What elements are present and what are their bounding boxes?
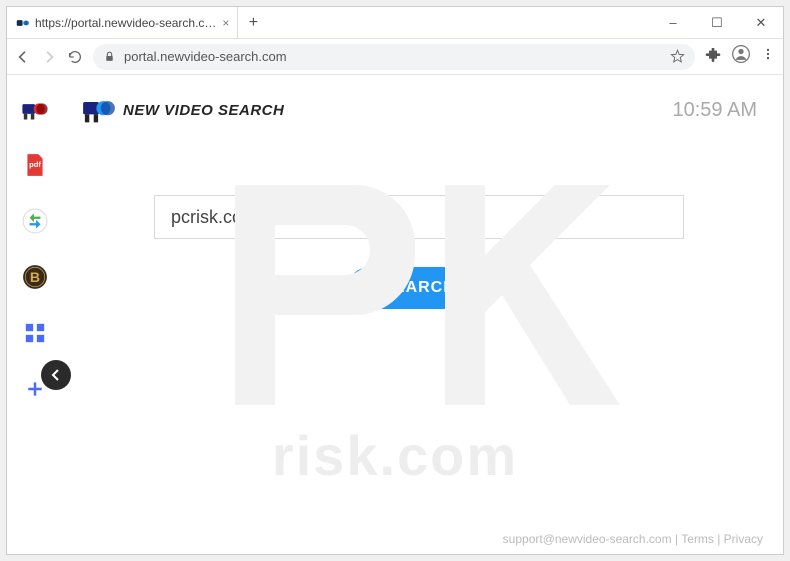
browser-tab[interactable]: https://portal.newvideo-search.c… × <box>7 7 238 38</box>
brand-camera-icon <box>81 95 117 125</box>
footer: support@newvideo-search.com | Terms | Pr… <box>503 532 763 546</box>
page-header: NEW VIDEO SEARCH 10:59 AM <box>81 95 757 125</box>
forward-button[interactable] <box>41 49 57 65</box>
sidebar-collapse-button[interactable] <box>41 360 71 390</box>
main-area: NEW VIDEO SEARCH 10:59 AM SEARCH support… <box>63 75 783 554</box>
browser-toolbar: portal.newvideo-search.com <box>7 39 783 75</box>
apps-icon[interactable] <box>21 319 49 347</box>
clock: 10:59 AM <box>672 99 757 122</box>
menu-icon[interactable] <box>761 47 775 66</box>
sidebar: pdf B <box>7 75 63 554</box>
new-tab-button[interactable]: + <box>238 7 268 38</box>
extensions-icon[interactable] <box>705 46 721 67</box>
title-bar: https://portal.newvideo-search.c… × + – … <box>7 7 783 39</box>
svg-text:pdf: pdf <box>29 160 41 169</box>
search-input[interactable] <box>154 195 684 239</box>
lock-icon <box>103 50 116 63</box>
tab-title: https://portal.newvideo-search.c… <box>35 16 216 30</box>
footer-terms-link[interactable]: Terms <box>681 532 714 546</box>
url-text: portal.newvideo-search.com <box>124 49 287 64</box>
brand-text: NEW VIDEO SEARCH <box>123 102 284 119</box>
swap-icon[interactable] <box>21 207 49 235</box>
brand-logo[interactable]: NEW VIDEO SEARCH <box>81 95 284 125</box>
search-button[interactable]: SEARCH <box>348 267 490 309</box>
address-bar[interactable]: portal.newvideo-search.com <box>93 44 695 70</box>
profile-icon[interactable] <box>731 44 751 69</box>
window-close-button[interactable]: ✕ <box>739 7 783 38</box>
search-container: SEARCH <box>154 195 684 309</box>
window-maximize-button[interactable]: ☐ <box>695 7 739 38</box>
footer-privacy-link[interactable]: Privacy <box>724 532 763 546</box>
pdf-icon[interactable]: pdf <box>21 151 49 179</box>
tab-favicon-icon <box>15 16 29 30</box>
reload-button[interactable] <box>67 49 83 65</box>
bookmark-star-icon[interactable] <box>670 49 685 64</box>
window-minimize-button[interactable]: – <box>651 7 695 38</box>
back-button[interactable] <box>15 49 31 65</box>
svg-text:B: B <box>30 269 40 285</box>
page-content: pdf B NEW VIDEO SEARCH 10:59 AM <box>7 75 783 554</box>
browser-window: https://portal.newvideo-search.c… × + – … <box>6 6 784 555</box>
bitcoin-icon[interactable]: B <box>21 263 49 291</box>
tab-close-icon[interactable]: × <box>222 16 229 30</box>
footer-email: support@newvideo-search.com <box>503 532 672 546</box>
camera-icon[interactable] <box>21 95 49 123</box>
